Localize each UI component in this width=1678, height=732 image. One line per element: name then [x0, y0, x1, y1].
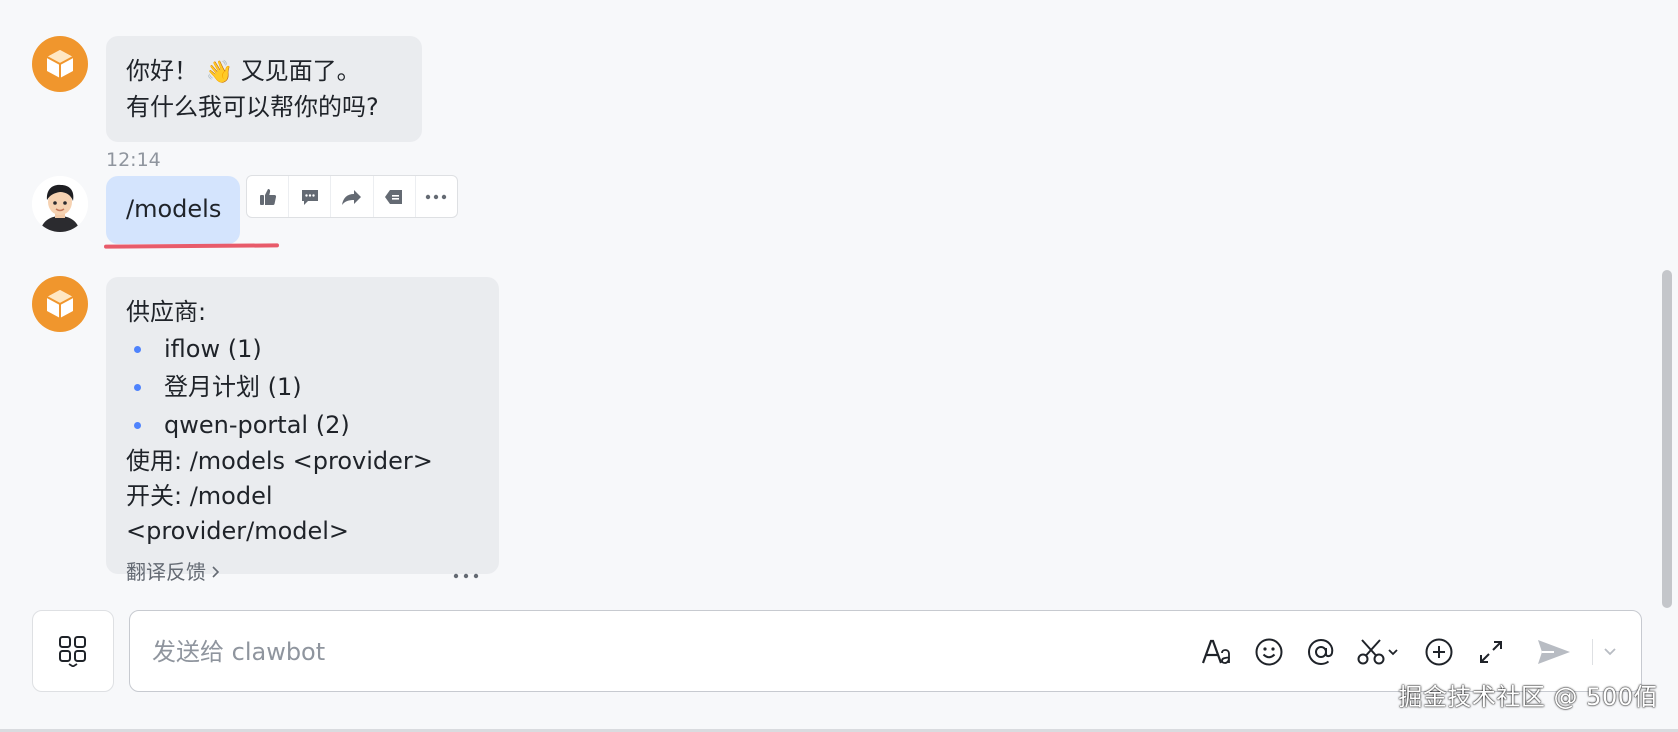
usage-line: 使用: /models <provider> [126, 447, 433, 475]
apps-button[interactable] [32, 610, 114, 692]
grid-apps-icon [59, 636, 86, 667]
list-item: iflow (1) [126, 330, 479, 368]
wave-emoji: 👋 [205, 60, 234, 85]
list-item: 登月计划 (1) [126, 368, 479, 406]
bot-greeting-bubble: 你好！ 👋 又见面了。 有什么我可以帮你的吗? [106, 36, 422, 142]
at-sign-icon [1307, 638, 1334, 666]
more-actions-button[interactable] [416, 176, 457, 217]
greeting-line-2: 有什么我可以帮你的吗? [126, 93, 379, 121]
user-message-text: /models [126, 195, 222, 223]
message-input[interactable] [150, 631, 1054, 673]
message-action-bar [246, 175, 458, 218]
reply-button[interactable] [289, 176, 332, 217]
emoji-button[interactable] [1250, 633, 1288, 671]
comment-icon [301, 189, 318, 205]
more-horizontal-icon [426, 194, 447, 199]
switch-line: 开关: /model <provider/model> [126, 482, 350, 545]
expand-icon [1480, 641, 1502, 663]
text-format-icon [1201, 639, 1230, 664]
greeting-line-1: 你好！ 👋 又见面了。 [126, 54, 402, 90]
scissors-icon [1357, 639, 1398, 665]
translate-feedback-link[interactable]: 翻译反馈 [126, 559, 220, 585]
more-options-button[interactable] [453, 559, 479, 585]
greeting-text: 你好！ [126, 57, 198, 85]
text-format-button[interactable] [1198, 633, 1236, 671]
mention-button[interactable] [1302, 633, 1340, 671]
annotation-underline [103, 243, 280, 249]
translate-row: 翻译反馈 [126, 559, 479, 585]
list-item: qwen-portal (2) [126, 406, 479, 444]
provider-list: iflow (1) 登月计划 (1) qwen-portal (2) [126, 330, 479, 444]
translate-feedback-label: 翻译反馈 [126, 560, 206, 584]
screenshot-button[interactable] [1354, 633, 1404, 671]
chevron-right-icon [212, 566, 220, 578]
more-horizontal-icon [453, 573, 479, 579]
send-button[interactable] [1534, 633, 1574, 671]
forward-button[interactable] [331, 176, 374, 217]
message-timestamp: 12:14 [106, 149, 161, 171]
send-icon [1538, 640, 1570, 664]
thumbs-up-icon [259, 188, 276, 205]
providers-heading: 供应商: [126, 298, 207, 326]
user-avatar[interactable] [32, 176, 88, 232]
plus-circle-icon [1425, 638, 1453, 666]
watermark: 掘金技术社区 @ 500佰 [1398, 683, 1658, 711]
box-icon [46, 290, 74, 318]
send-options-button[interactable] [1598, 633, 1622, 671]
greeting-text-suffix: 又见面了。 [240, 57, 361, 85]
user-message-bubble[interactable]: /models [106, 176, 240, 244]
quote-button[interactable] [374, 176, 416, 217]
add-button[interactable] [1420, 633, 1458, 671]
chat-area: 你好！ 👋 又见面了。 有什么我可以帮你的吗? 12:14 /models 供应… [0, 0, 1678, 732]
send-divider [1592, 639, 1593, 665]
bot-avatar[interactable] [32, 276, 88, 332]
bot-reply-bubble: 供应商: iflow (1) 登月计划 (1) qwen-portal (2) … [106, 277, 499, 584]
like-button[interactable] [247, 176, 290, 217]
quote-tag-icon [385, 189, 403, 204]
user-portrait-icon [32, 176, 88, 232]
chevron-down-icon [1604, 648, 1616, 656]
message-composer [129, 610, 1642, 692]
emoji-smile-icon [1255, 638, 1283, 666]
expand-button[interactable] [1472, 633, 1510, 671]
bot-avatar[interactable] [32, 36, 88, 92]
box-icon [46, 50, 74, 78]
forward-arrow-icon [342, 189, 361, 205]
scrollbar-thumb[interactable] [1662, 270, 1672, 608]
